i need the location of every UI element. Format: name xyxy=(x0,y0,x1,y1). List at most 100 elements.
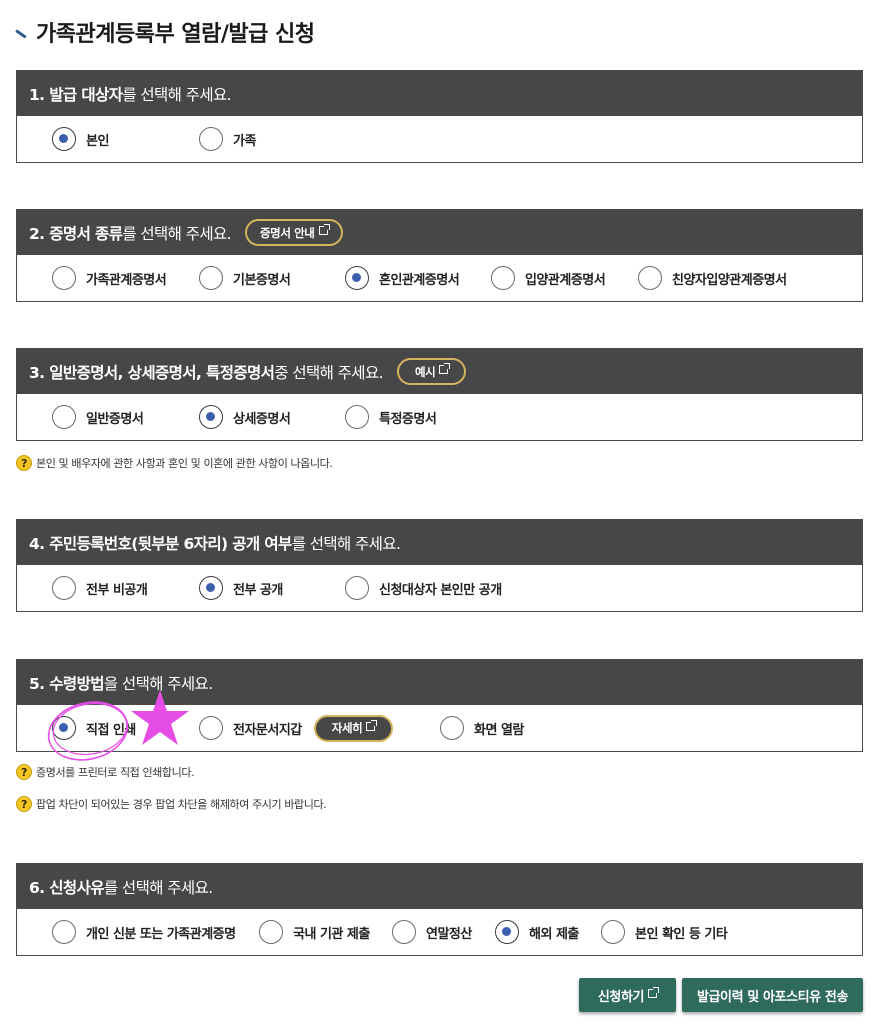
help-icon: ? xyxy=(16,796,32,812)
radio-icon[interactable] xyxy=(199,266,223,290)
external-link-icon xyxy=(318,224,330,235)
radio-option-all-public[interactable]: 전부 공개 xyxy=(199,565,283,611)
radio-icon[interactable] xyxy=(199,716,223,740)
section-certificate-scope: 3. 일반증명서, 상세증명서, 특정증명서 중 선택해 주세요. 예시 일반증… xyxy=(16,348,863,441)
section-subtitle: 를 선택해 주세요. xyxy=(122,224,231,243)
radio-icon[interactable] xyxy=(601,920,625,944)
section-header: 2. 증명서 종류 를 선택해 주세요. 증명서 안내 xyxy=(17,210,862,255)
radio-option-all-hidden[interactable]: 전부 비공개 xyxy=(52,565,148,611)
radio-option-general[interactable]: 일반증명서 xyxy=(52,394,144,440)
help-note: ? 팝업 차단이 되어있는 경우 팝업 차단을 해제하여 주시기 바랍니다. xyxy=(16,796,327,812)
radio-label: 가족관계증명서 xyxy=(86,272,167,288)
section-title: 4. 주민등록번호(뒷부분 6자리) 공개 여부 xyxy=(29,534,292,553)
external-link-icon xyxy=(439,363,451,374)
section-header: 4. 주민등록번호(뒷부분 6자리) 공개 여부 를 선택해 주세요. xyxy=(17,520,862,565)
section-target: 1. 발급 대상자 를 선택해 주세요. 본인 가족 xyxy=(16,70,863,163)
radio-icon[interactable] xyxy=(392,920,416,944)
radio-label: 기본증명서 xyxy=(233,272,291,288)
section-subtitle: 중 선택해 주세요. xyxy=(274,363,383,382)
page-title: 가족관계등록부 열람/발급 신청 xyxy=(14,16,315,48)
pill-label: 예시 xyxy=(414,364,436,379)
radio-label: 친양자입양관계증명서 xyxy=(672,272,787,288)
radio-icon[interactable] xyxy=(638,266,662,290)
help-note: ? 본인 및 배우자에 관한 사항과 혼인 및 이혼에 관한 사항이 나옵니다. xyxy=(16,455,333,471)
radio-option-self[interactable]: 본인 xyxy=(52,116,109,162)
radio-option-full-adoption[interactable]: 친양자입양관계증명서 xyxy=(638,255,787,301)
section-options: 가족관계증명서 기본증명서 혼인관계증명서 입양관계증명서 친양자입양관계증명서 xyxy=(17,255,862,301)
radio-label: 국내 기관 제출 xyxy=(293,926,370,942)
section-header: 3. 일반증명서, 상세증명서, 특정증명서 중 선택해 주세요. 예시 xyxy=(17,349,862,394)
radio-option-tax[interactable]: 연말정산 xyxy=(392,909,472,955)
radio-icon[interactable] xyxy=(199,405,223,429)
external-link-icon xyxy=(366,719,378,731)
radio-option-marriage[interactable]: 혼인관계증명서 xyxy=(345,255,460,301)
radio-icon[interactable] xyxy=(495,920,519,944)
pill-label: 자세히 xyxy=(331,721,363,735)
section-options: 개인 신분 또는 가족관계증명 국내 기관 제출 연말정산 해외 제출 본인 확… xyxy=(17,909,862,955)
detail-button[interactable]: 자세히 xyxy=(313,714,394,742)
section-subtitle: 을 선택해 주세요. xyxy=(103,674,213,693)
radio-option-adoption[interactable]: 입양관계증명서 xyxy=(491,255,606,301)
section-options: 본인 가족 xyxy=(17,116,862,162)
radio-icon[interactable] xyxy=(491,266,515,290)
section-certificate-type: 2. 증명서 종류 를 선택해 주세요. 증명서 안내 가족관계증명서 기본증명서… xyxy=(16,209,863,302)
section-title: 1. 발급 대상자 xyxy=(29,85,123,104)
radio-icon[interactable] xyxy=(440,716,464,740)
radio-label: 일반증명서 xyxy=(86,411,144,427)
radio-option-direct-print[interactable]: 직접 인쇄 xyxy=(52,705,136,751)
radio-option-self-only[interactable]: 신청대상자 본인만 공개 xyxy=(345,565,502,611)
radio-option-basic[interactable]: 기본증명서 xyxy=(199,255,291,301)
apply-button-label: 신청하기 xyxy=(597,989,645,1005)
radio-option-specific[interactable]: 특정증명서 xyxy=(345,394,437,440)
radio-label: 가족 xyxy=(233,133,256,149)
help-icon: ? xyxy=(16,455,32,471)
section-header: 6. 신청사유 를 선택해 주세요. xyxy=(17,864,862,909)
radio-option-other[interactable]: 본인 확인 등 기타 xyxy=(601,909,728,955)
radio-icon[interactable] xyxy=(345,266,369,290)
radio-option-identity[interactable]: 개인 신분 또는 가족관계증명 xyxy=(52,909,236,955)
radio-icon[interactable] xyxy=(52,920,76,944)
radio-option-overseas[interactable]: 해외 제출 xyxy=(495,909,579,955)
example-button[interactable]: 예시 xyxy=(396,358,467,385)
section-title: 6. 신청사유 xyxy=(29,878,105,897)
certificate-guide-button[interactable]: 증명서 안내 xyxy=(244,219,343,246)
radio-option-screen-view[interactable]: 화면 열람 xyxy=(440,705,524,751)
radio-label: 혼인관계증명서 xyxy=(379,272,460,288)
radio-icon[interactable] xyxy=(259,920,283,944)
radio-icon[interactable] xyxy=(345,576,369,600)
section-options: 직접 인쇄 전자문서지갑 자세히 화면 열람 xyxy=(17,705,862,751)
apply-button[interactable]: 신청하기 xyxy=(579,978,676,1012)
radio-icon[interactable] xyxy=(199,576,223,600)
radio-option-e-wallet[interactable]: 전자문서지갑 자세히 xyxy=(199,705,394,751)
radio-option-family[interactable]: 가족 xyxy=(199,116,256,162)
section-subtitle: 를 선택해 주세요. xyxy=(291,534,401,553)
help-note-text: 본인 및 배우자에 관한 사항과 혼인 및 이혼에 관한 사항이 나옵니다. xyxy=(36,457,333,470)
radio-option-family-relation[interactable]: 가족관계증명서 xyxy=(52,255,167,301)
radio-label: 전부 비공개 xyxy=(86,582,148,598)
radio-label: 전부 공개 xyxy=(233,582,283,598)
page-title-text: 가족관계등록부 열람/발급 신청 xyxy=(36,22,315,47)
help-note-text: 팝업 차단이 되어있는 경우 팝업 차단을 해제하여 주시기 바랍니다. xyxy=(36,798,327,811)
radio-icon[interactable] xyxy=(199,127,223,151)
pill-label: 증명서 안내 xyxy=(259,225,315,240)
section-receipt-method: 5. 수령방법 을 선택해 주세요. 직접 인쇄 전자문서지갑 자세히 화면 열람 xyxy=(16,659,863,752)
radio-label: 전자문서지갑 xyxy=(233,722,302,738)
radio-option-detailed[interactable]: 상세증명서 xyxy=(199,394,291,440)
help-note-text: 증명서를 프린터로 직접 인쇄합니다. xyxy=(36,766,195,779)
section-options: 일반증명서 상세증명서 특정증명서 xyxy=(17,394,862,440)
radio-icon[interactable] xyxy=(52,127,76,151)
radio-label: 직접 인쇄 xyxy=(86,722,136,738)
help-icon: ? xyxy=(16,764,32,780)
radio-icon[interactable] xyxy=(52,266,76,290)
section-resident-number: 4. 주민등록번호(뒷부분 6자리) 공개 여부 를 선택해 주세요. 전부 비공… xyxy=(16,519,863,612)
history-apostille-button[interactable]: 발급이력 및 아포스티유 전송 xyxy=(682,978,863,1012)
radio-label: 개인 신분 또는 가족관계증명 xyxy=(86,926,236,942)
radio-icon[interactable] xyxy=(52,576,76,600)
radio-label: 입양관계증명서 xyxy=(525,272,606,288)
radio-icon[interactable] xyxy=(345,405,369,429)
title-mark-icon xyxy=(14,25,30,39)
radio-icon[interactable] xyxy=(52,716,76,740)
radio-option-domestic[interactable]: 국내 기관 제출 xyxy=(259,909,370,955)
help-note: ? 증명서를 프린터로 직접 인쇄합니다. xyxy=(16,764,195,780)
radio-icon[interactable] xyxy=(52,405,76,429)
